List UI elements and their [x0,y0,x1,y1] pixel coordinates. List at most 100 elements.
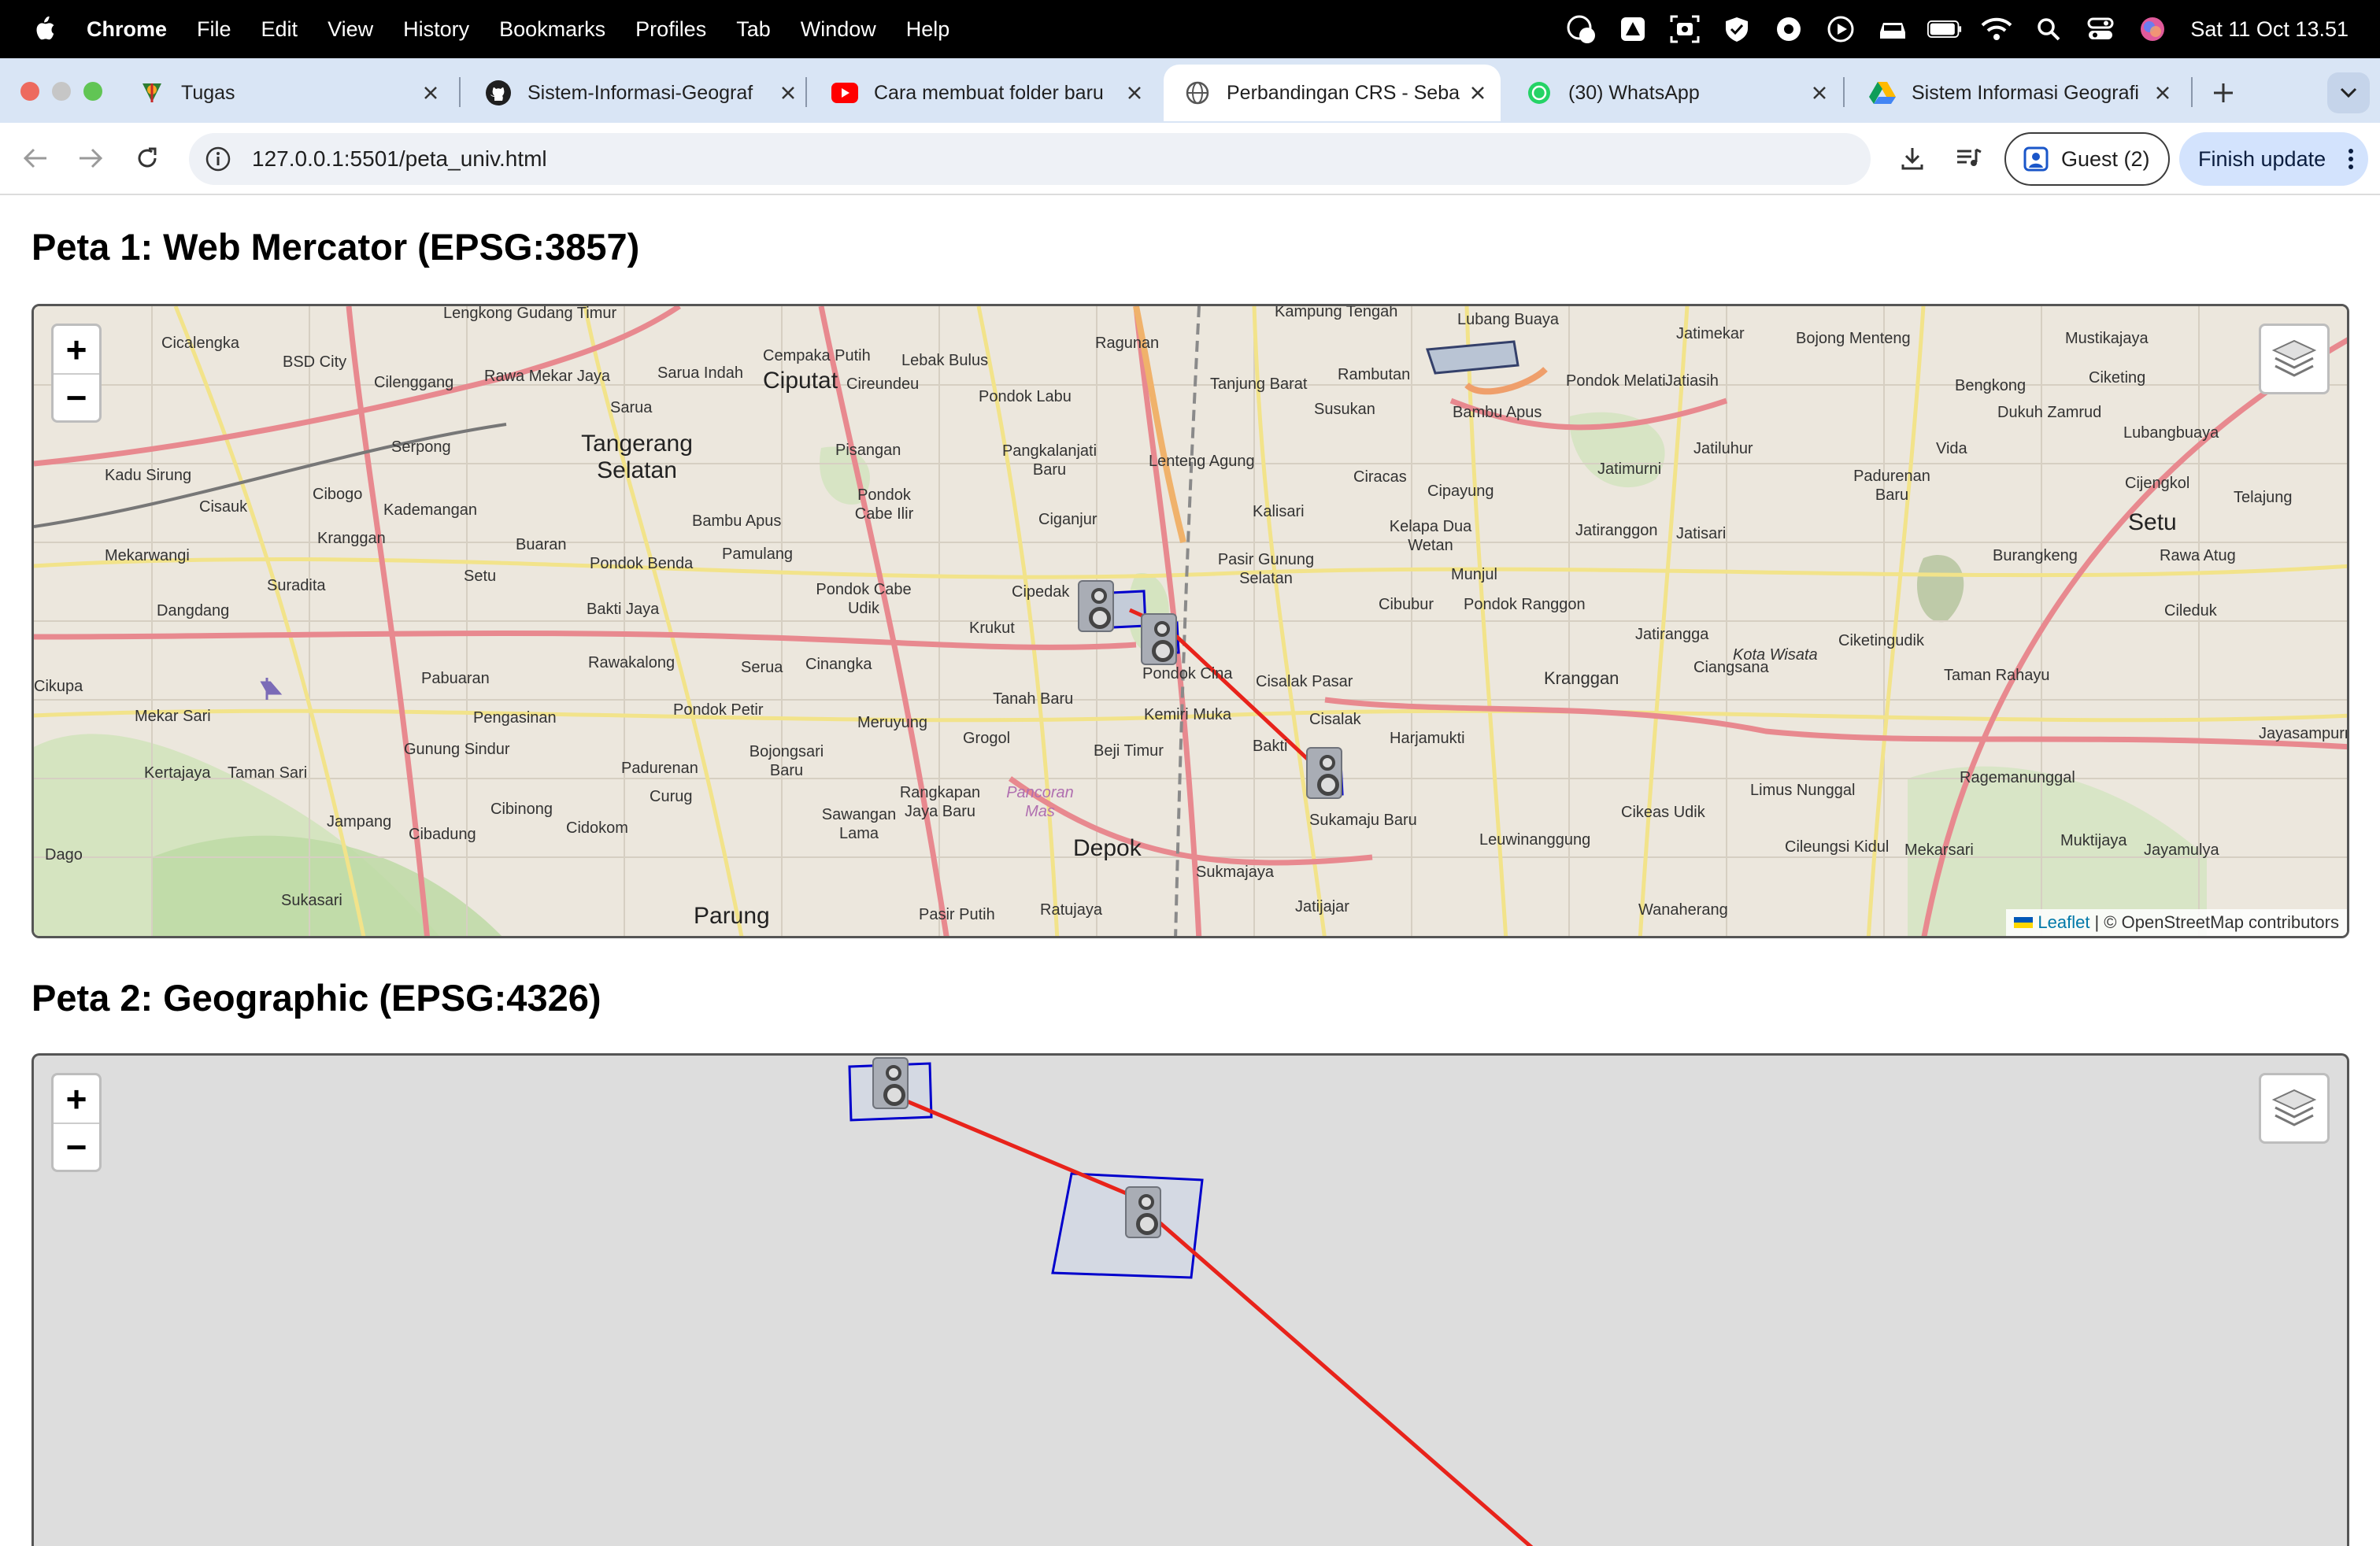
layers-control-button[interactable] [2259,1073,2330,1144]
tab-perbandingan-crs[interactable]: Perbandingan CRS - Seba [1164,65,1501,121]
tab-title: Tugas [181,81,235,104]
tab-whatsapp[interactable]: (30) WhatsApp [1505,65,1842,121]
siri-icon[interactable] [2135,12,2170,46]
screenshot-icon[interactable] [1667,12,1702,46]
place-label: Beji Timur [1094,742,1164,760]
place-label: Cempaka Putih [763,347,871,364]
spotlight-search-icon[interactable] [2031,12,2066,46]
address-bar[interactable]: 127.0.0.1:5501/peta_univ.html [189,133,1871,185]
forward-arrow-icon[interactable] [72,140,109,176]
place-label: Gunung Sindur [404,741,510,758]
map-web-mercator[interactable]: Lengkong Gudang Timur Cicalengka BSD Cit… [31,304,2349,938]
shield-icon[interactable] [1719,12,1754,46]
close-icon[interactable] [1466,81,1490,105]
leaflet-link[interactable]: Leaflet [2038,912,2089,933]
place-label: Padurenan [621,760,698,777]
tab-google-drive[interactable]: Sistem Informasi Geografi [1849,65,2186,121]
wifi-icon[interactable] [1979,12,2014,46]
url-text: 127.0.0.1:5501/peta_univ.html [252,146,547,171]
menu-history[interactable]: History [403,17,469,42]
university-marker-icon[interactable] [872,1057,909,1109]
reload-icon[interactable] [129,140,165,176]
play-icon[interactable] [1823,12,1858,46]
menu-tab[interactable]: Tab [736,17,771,42]
control-center-icon[interactable] [2083,12,2118,46]
place-label: Cileungsi Kidul [1785,838,1890,856]
tab-youtube[interactable]: Cara membuat folder baru [811,65,1157,121]
download-icon[interactable] [1894,140,1930,176]
zoom-out-button[interactable]: − [54,1123,99,1170]
window-close-button[interactable] [20,82,39,101]
zoom-in-button[interactable]: + [54,326,99,373]
place-label: Cisalak Pasar [1256,673,1353,690]
place-label: Lubang Buaya [1457,311,1560,328]
menu-bookmarks[interactable]: Bookmarks [499,17,605,42]
place-label: Kranggan [317,530,386,547]
menu-app-name[interactable]: Chrome [87,17,167,42]
guest-profile-button[interactable]: Guest (2) [2004,132,2170,186]
close-icon[interactable] [1123,81,1146,105]
place-label: Cireundeu [846,375,920,393]
tab-github[interactable]: Sistem-Informasi-Geograf [465,65,811,121]
university-marker-icon[interactable] [1141,613,1177,665]
place-label: Pengasinan [473,709,557,727]
place-label: Grogol [963,730,1011,747]
tab-title: (30) WhatsApp [1568,81,1700,104]
apple-logo-icon[interactable] [31,15,57,43]
place-label: Dangdang [157,602,230,620]
place-label: Pondok Labu [979,388,1072,405]
attribution-text: | © OpenStreetMap contributors [2094,912,2339,932]
place-label: Cidokom [566,819,628,837]
place-label: Ciputat [763,368,838,394]
tab-tugas[interactable]: Tugas [118,65,453,121]
close-icon[interactable] [1808,81,1831,105]
battery-icon [1927,12,1962,46]
site-info-icon[interactable] [205,146,231,172]
menu-edit[interactable]: Edit [261,17,298,42]
zoom-out-button[interactable]: − [54,373,99,420]
university-marker-icon[interactable] [1125,1186,1161,1238]
place-label: Pondok Melati [1566,372,1666,390]
map-geographic[interactable]: + − [31,1053,2349,1546]
menubar-clock[interactable]: Sat 11 Oct 13.51 [2190,17,2349,42]
window-zoom-button[interactable] [83,82,102,101]
tab-title: Sistem Informasi Geografi [1912,81,2139,104]
car-icon[interactable] [1875,12,1910,46]
close-icon[interactable] [776,81,800,105]
zoom-in-button[interactable]: + [54,1075,99,1123]
place-label: Mekar Sari [135,708,211,725]
place-label: Jatimurni [1597,460,1662,478]
media-control-icon[interactable] [1951,140,1987,176]
menu-window[interactable]: Window [801,17,876,42]
place-label: Depok [1073,835,1142,861]
tab-search-icon[interactable] [2327,72,2370,113]
place-label: Mekarwangi [105,547,190,564]
close-icon[interactable] [2151,81,2175,105]
place-label: Padurenan Baru [1853,468,1930,504]
menu-help[interactable]: Help [906,17,950,42]
place-label: Ciganjur [1038,511,1097,528]
university-marker-icon[interactable] [1078,580,1114,632]
place-label: Pondok Cabe Ilir [854,486,914,523]
place-label: Jatirangga [1635,626,1709,643]
university-marker-icon[interactable] [1306,747,1342,799]
menu-file[interactable]: File [197,17,231,42]
place-label: Pangkalanjati Baru [1001,442,1097,479]
layers-control-button[interactable] [2259,324,2330,394]
more-menu-icon[interactable] [2348,148,2354,170]
back-arrow-icon[interactable] [17,140,54,176]
place-label: Kertajaya [144,764,211,782]
notification-badge-icon[interactable] [1564,12,1598,46]
new-tab-icon[interactable] [2206,76,2241,110]
place-label: Serpong [391,438,451,456]
close-icon[interactable] [419,81,442,105]
vpn-icon[interactable] [1771,12,1806,46]
place-label: Setu [2128,509,2177,535]
place-label: Sukmajaya [1196,864,1274,881]
finish-update-button[interactable]: Finish update [2179,132,2368,186]
menu-profiles[interactable]: Profiles [635,17,706,42]
drive-sync-icon[interactable] [1616,12,1650,46]
place-label: Ciketingudik [1838,632,1924,649]
window-minimize-button[interactable] [52,82,71,101]
menu-view[interactable]: View [328,17,373,42]
